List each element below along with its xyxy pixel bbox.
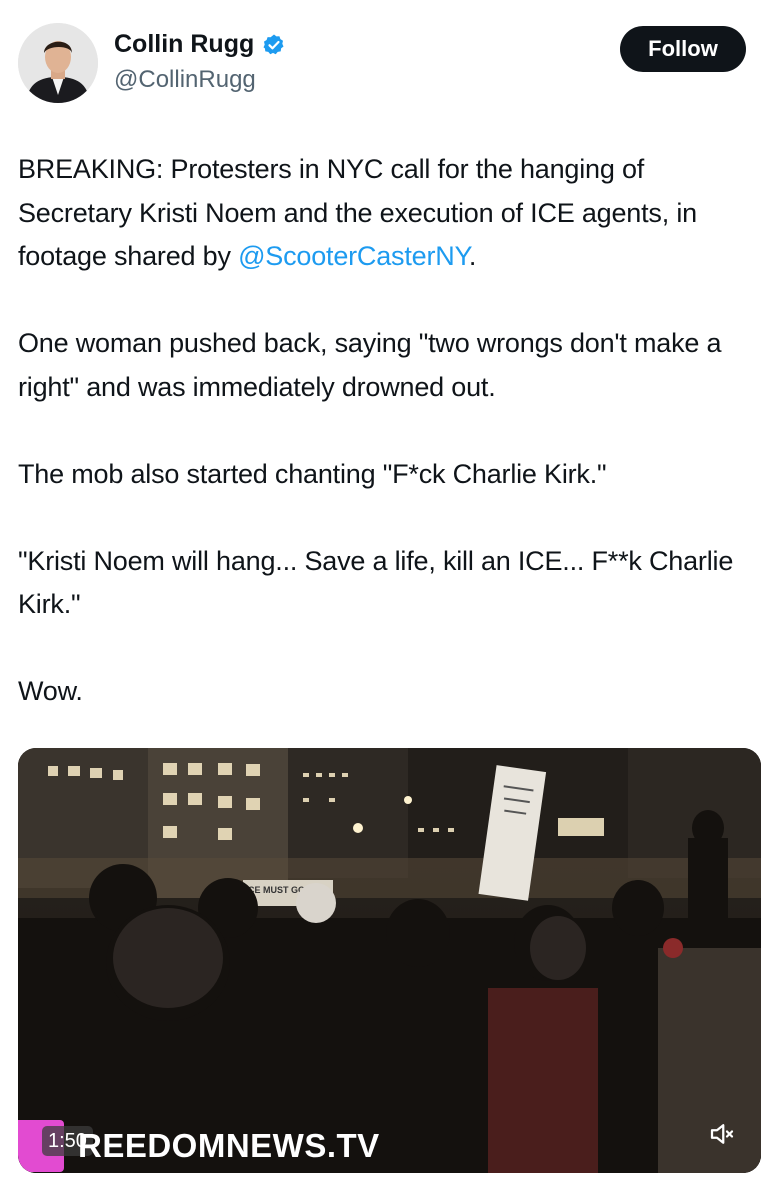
avatar[interactable] [18,23,98,103]
tweet-paragraph: Wow. [18,676,83,706]
handle[interactable]: @CollinRugg [114,66,256,94]
video-watermark: REEDOMNEWS.TV [78,1127,380,1164]
tweet-text: BREAKING: Protesters in NYC call for the… [18,148,758,714]
display-name[interactable]: Collin Rugg [114,30,254,59]
tweet-text-segment: . [468,241,477,271]
verified-badge-icon [263,34,284,54]
tweet-paragraph: "Kristi Noem will hang... Save a life, k… [18,545,734,620]
protest-sign-text: CE MUST GO [248,885,305,895]
mute-button[interactable] [700,1112,744,1156]
avatar-image [18,23,98,103]
video-player[interactable]: CE MUST GO 1:50 REEDOMNEWS.TV [18,748,761,1173]
name-row: Collin Rugg [114,30,286,59]
mention-link[interactable]: @ScooterCasterNY [238,241,469,271]
tweet-paragraph: BREAKING: Protesters in NYC call for the… [18,148,758,279]
mute-icon [710,1124,734,1144]
follow-button[interactable]: Follow [620,26,746,72]
tweet-header: Collin Rugg @CollinRugg Follow [0,0,779,110]
tweet-paragraph: One woman pushed back, saying "two wrong… [18,328,722,402]
tweet-paragraph: The mob also started chanting "F*ck Char… [18,458,607,489]
video-frame: CE MUST GO [18,748,761,1173]
